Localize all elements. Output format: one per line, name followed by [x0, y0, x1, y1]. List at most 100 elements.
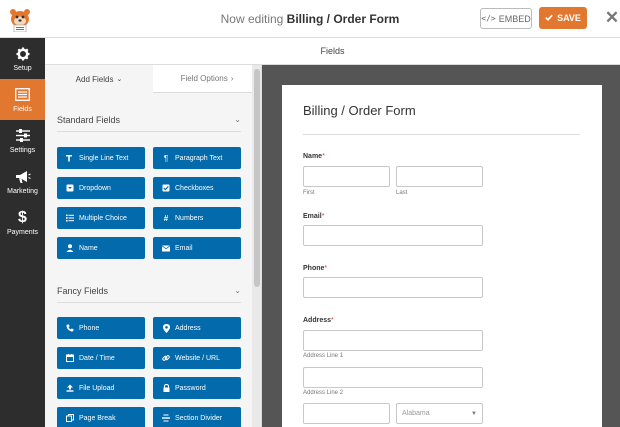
user-icon — [66, 244, 74, 252]
nav-item-fields[interactable]: Fields — [0, 79, 45, 120]
field-label: Section Divider — [175, 414, 223, 422]
address-line-2-input[interactable] — [303, 367, 483, 388]
title-form-name: Billing / Order Form — [286, 12, 400, 26]
divider-icon — [162, 414, 170, 422]
city-input[interactable] — [303, 403, 390, 424]
tab-field-options-label: Field Options — [180, 74, 228, 83]
dollar-icon: $ — [18, 208, 27, 226]
phone-label-text: Phone — [303, 265, 325, 272]
form-title: Billing / Order Form — [303, 103, 416, 118]
nav-item-payments[interactable]: $ Payments — [0, 202, 45, 243]
nav-item-setup[interactable]: Setup — [0, 38, 45, 79]
top-bar: Now editing Billing / Order Form </> EMB… — [0, 0, 620, 38]
required-mark: * — [322, 153, 325, 160]
fancy-fields-title: Fancy Fields — [57, 285, 109, 296]
code-icon: </> — [481, 14, 496, 23]
add-field-single-line-text-button[interactable]: Single Line Text — [57, 147, 145, 169]
left-nav: Setup Fields Settings Marketing $ Paymen… — [0, 38, 45, 427]
field-label: Dropdown — [79, 184, 111, 192]
scrollbar-thumb[interactable] — [254, 69, 260, 287]
email-input[interactable] — [303, 225, 483, 246]
add-field-email-button[interactable]: Email — [153, 237, 241, 259]
link-icon — [162, 354, 170, 362]
add-field-page-break-button[interactable]: Page Break — [57, 407, 145, 427]
required-mark: * — [331, 317, 334, 324]
phone-field-label: Phone* — [303, 265, 327, 272]
field-label: File Upload — [79, 384, 115, 392]
address-label-text: Address — [303, 317, 332, 324]
tab-field-options[interactable]: Field Options › — [153, 65, 261, 93]
form-card: Billing / Order Form Name* First Last Em… — [282, 85, 602, 427]
field-label: Password — [175, 384, 206, 392]
text-icon — [66, 154, 74, 162]
field-label: Address — [175, 324, 201, 332]
hash-icon: # — [163, 213, 169, 223]
panel-scrollbar[interactable] — [252, 65, 261, 427]
last-name-input[interactable] — [396, 166, 483, 187]
add-field-dropdown-button[interactable]: Dropdown — [57, 177, 145, 199]
add-field-section-divider-button[interactable]: Section Divider — [153, 407, 241, 427]
first-name-input[interactable] — [303, 166, 390, 187]
envelope-icon — [162, 244, 170, 252]
title-prefix: Now editing — [220, 12, 284, 26]
add-field-file-upload-button[interactable]: File Upload — [57, 377, 145, 399]
lock-icon — [162, 384, 170, 392]
nav-item-marketing[interactable]: Marketing — [0, 161, 45, 202]
first-name-sublabel: First — [303, 190, 315, 196]
megaphone-icon — [15, 169, 31, 185]
standard-fields-title: Standard Fields — [57, 114, 121, 125]
add-field-numbers-button[interactable]: # Numbers — [153, 207, 241, 229]
add-field-checkboxes-button[interactable]: Checkboxes — [153, 177, 241, 199]
name-label-text: Name — [303, 153, 323, 160]
list-icon — [15, 87, 30, 103]
add-field-date-time-button[interactable]: Date / Time — [57, 347, 145, 369]
field-label: Date / Time — [79, 354, 115, 362]
field-label: Paragraph Text — [175, 154, 223, 162]
fields-panel: Add Fields ⌄ Field Options › Standard Fi… — [45, 65, 262, 427]
phone-input[interactable] — [303, 277, 483, 298]
calendar-icon — [66, 354, 74, 362]
field-label: Multiple Choice — [79, 214, 127, 222]
address-line-1-sublabel: Address Line 1 — [303, 353, 344, 359]
add-field-phone-button[interactable]: Phone — [57, 317, 145, 339]
upload-icon — [66, 384, 74, 392]
last-name-sublabel: Last — [396, 190, 408, 196]
panel-tabs: Add Fields ⌄ Field Options › — [45, 65, 261, 93]
add-field-multiple-choice-button[interactable]: Multiple Choice — [57, 207, 145, 229]
dropdown-icon — [66, 184, 74, 192]
chevron-down-icon: ⌄ — [116, 76, 123, 83]
add-field-website-url-button[interactable]: Website / URL — [153, 347, 241, 369]
email-field-label: Email* — [303, 213, 324, 220]
field-label: Checkboxes — [175, 184, 214, 192]
required-mark: * — [324, 265, 328, 272]
embed-button[interactable]: </> EMBED — [480, 8, 532, 29]
chevron-down-icon: ⌄ — [234, 115, 241, 124]
title-divider — [303, 134, 580, 135]
field-label: Name — [79, 244, 98, 252]
tab-add-fields[interactable]: Add Fields ⌄ — [45, 65, 153, 93]
name-field-label: Name* — [303, 153, 325, 160]
address-line-2-sublabel: Address Line 2 — [303, 390, 344, 396]
field-label: Website / URL — [175, 354, 220, 362]
copy-icon — [66, 414, 74, 422]
chevron-down-icon: ⌄ — [234, 286, 241, 295]
nav-label: Settings — [9, 146, 36, 154]
add-field-paragraph-text-button[interactable]: ¶ Paragraph Text — [153, 147, 241, 169]
close-icon[interactable]: ✕ — [604, 7, 620, 29]
save-label: SAVE — [557, 13, 581, 23]
fancy-fields-toggle[interactable]: Fancy Fields ⌄ — [57, 279, 241, 303]
fields-header: Fields — [45, 38, 620, 65]
field-label: Single Line Text — [79, 154, 129, 162]
list-icon — [66, 214, 74, 222]
add-field-name-button[interactable]: Name — [57, 237, 145, 259]
add-field-password-button[interactable]: Password — [153, 377, 241, 399]
state-select[interactable]: Alabama ▼ — [396, 403, 483, 424]
save-button[interactable]: SAVE — [539, 7, 587, 29]
add-field-address-button[interactable]: Address — [153, 317, 241, 339]
nav-item-settings[interactable]: Settings — [0, 120, 45, 161]
chevron-right-icon: › — [230, 74, 234, 83]
address-line-1-input[interactable] — [303, 330, 483, 351]
required-mark: * — [321, 213, 325, 220]
standard-fields-toggle[interactable]: Standard Fields ⌄ — [57, 108, 241, 132]
nav-label: Setup — [13, 64, 32, 72]
